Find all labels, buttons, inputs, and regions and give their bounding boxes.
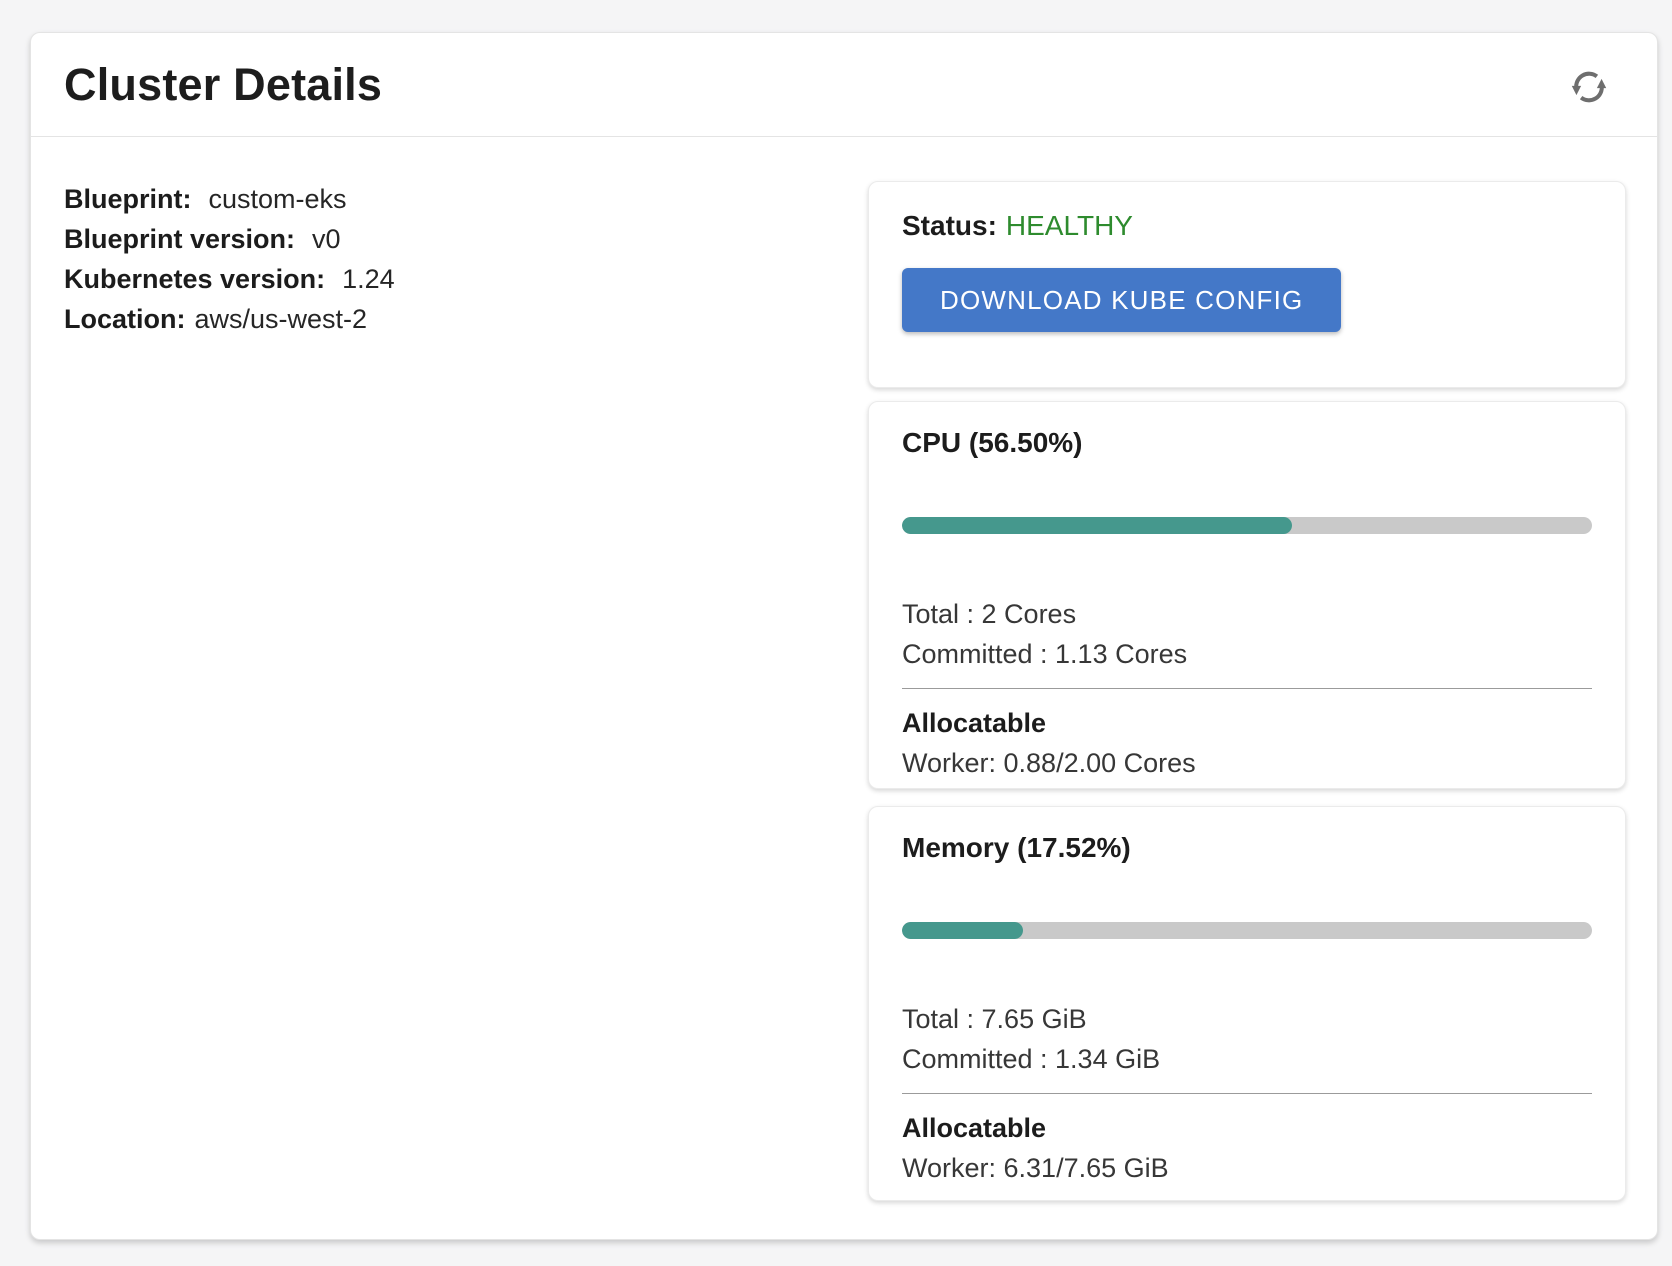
detail-row-kubernetes-version: Kubernetes version: 1.24 xyxy=(64,259,395,299)
refresh-button[interactable] xyxy=(1565,63,1613,111)
cpu-progress-fill xyxy=(902,517,1292,534)
memory-stats: Total : 7.65 GiB Committed : 1.34 GiB xyxy=(902,999,1592,1079)
status-card: Status: HEALTHY DOWNLOAD KUBE CONFIG xyxy=(868,181,1626,388)
cpu-stats: Total : 2 Cores Committed : 1.13 Cores xyxy=(902,594,1592,674)
cpu-allocatable: Allocatable Worker: 0.88/2.00 Cores xyxy=(902,703,1592,783)
cpu-allocatable-worker: Worker: 0.88/2.00 Cores xyxy=(902,743,1592,783)
blueprint-version-label: Blueprint version: xyxy=(64,224,295,254)
cluster-attributes: Blueprint: custom-eks Blueprint version: v… xyxy=(64,179,395,339)
panel-header: Cluster Details xyxy=(31,33,1657,137)
memory-progress-fill xyxy=(902,922,1023,939)
status-badge: HEALTHY xyxy=(1006,210,1133,241)
cpu-card: CPU (56.50%) Total : 2 Cores Committed :… xyxy=(868,401,1626,789)
download-kube-config-button[interactable]: DOWNLOAD KUBE CONFIG xyxy=(902,268,1341,332)
right-column: Status: HEALTHY DOWNLOAD KUBE CONFIG CPU … xyxy=(868,181,1626,1201)
status-label: Status: xyxy=(902,210,997,241)
kubernetes-version-label: Kubernetes version: xyxy=(64,264,325,294)
kubernetes-version-value: 1.24 xyxy=(342,264,395,294)
blueprint-version-value: v0 xyxy=(312,224,341,254)
memory-committed: Committed : 1.34 GiB xyxy=(902,1039,1592,1079)
memory-card: Memory (17.52%) Total : 7.65 GiB Committ… xyxy=(868,806,1626,1201)
detail-row-blueprint: Blueprint: custom-eks xyxy=(64,179,395,219)
detail-row-blueprint-version: Blueprint version: v0 xyxy=(64,219,395,259)
detail-row-location: Location: aws/us-west-2 xyxy=(64,299,395,339)
memory-allocatable-worker: Worker: 6.31/7.65 GiB xyxy=(902,1148,1592,1188)
page: { "header": { "title": "Cluster Details"… xyxy=(0,0,1672,1266)
cpu-progress-track xyxy=(902,517,1592,534)
status-line: Status: HEALTHY xyxy=(902,209,1592,243)
page-title: Cluster Details xyxy=(64,59,382,111)
cluster-details-panel: Cluster Details Blueprint: custom-eks Blu… xyxy=(30,32,1658,1240)
blueprint-label: Blueprint: xyxy=(64,184,192,214)
cpu-committed: Committed : 1.13 Cores xyxy=(902,634,1592,674)
memory-allocatable: Allocatable Worker: 6.31/7.65 GiB xyxy=(902,1108,1592,1188)
blueprint-value: custom-eks xyxy=(209,184,347,214)
memory-total: Total : 7.65 GiB xyxy=(902,999,1592,1039)
cpu-title: CPU (56.50%) xyxy=(902,426,1592,460)
refresh-icon xyxy=(1567,65,1611,109)
cpu-divider xyxy=(902,688,1592,689)
memory-progress-track xyxy=(902,922,1592,939)
memory-title: Memory (17.52%) xyxy=(902,831,1592,865)
location-label: Location: xyxy=(64,304,186,334)
cpu-total: Total : 2 Cores xyxy=(902,594,1592,634)
memory-divider xyxy=(902,1093,1592,1094)
memory-allocatable-heading: Allocatable xyxy=(902,1108,1592,1148)
location-value: aws/us-west-2 xyxy=(195,304,368,334)
cpu-allocatable-heading: Allocatable xyxy=(902,703,1592,743)
